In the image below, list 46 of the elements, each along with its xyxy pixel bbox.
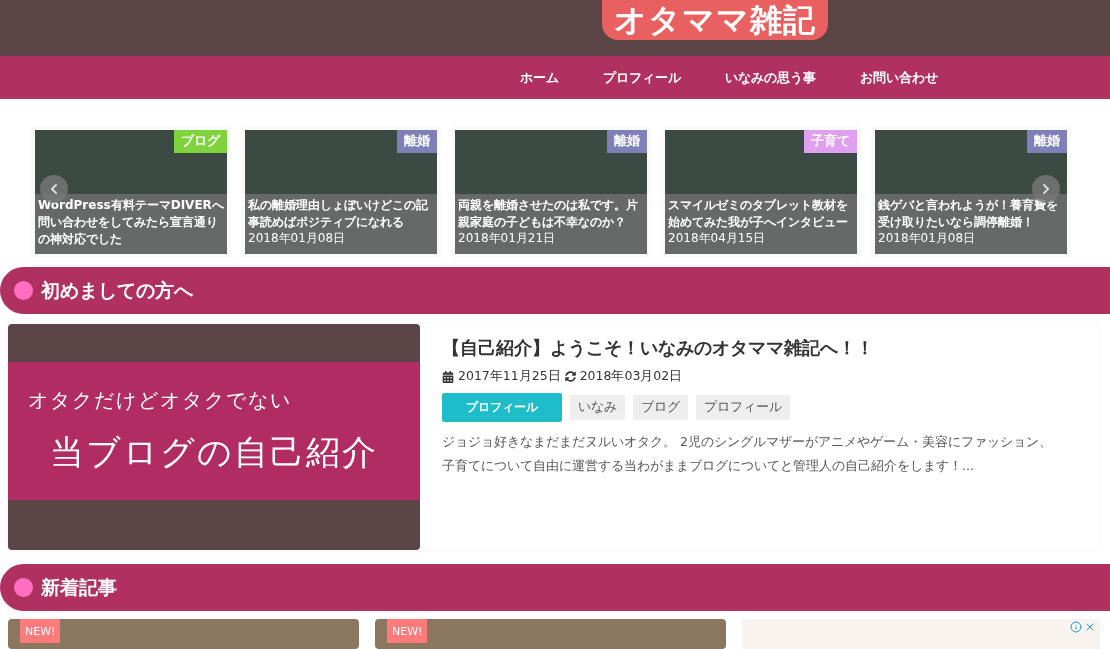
post-title: 銭ゲバと言われようが！養育費を受け取りたいなら調停離婚！ (878, 197, 1059, 231)
nav-link[interactable]: お問い合わせ (838, 68, 960, 87)
post-date: 2018年01月21日 (458, 231, 557, 245)
nav-link[interactable]: ホーム (498, 68, 581, 87)
chevron-left-icon (48, 183, 60, 195)
new-badge: NEW! (387, 619, 428, 643)
category-label: 離婚 (397, 130, 437, 153)
close-icon[interactable] (1084, 621, 1096, 633)
category-label: 子育て (804, 130, 857, 153)
tag-link[interactable]: プロフィール (696, 395, 790, 420)
slider-card[interactable]: 離婚 両親を離婚させたのは私です。片親家庭の子どもは不幸なのか？ 2018年01月21日 (451, 126, 651, 258)
nav-link[interactable]: プロフィール (581, 68, 703, 87)
post-date: 2018年04月15日 (668, 231, 767, 245)
tag-link[interactable]: ブログ (633, 395, 688, 420)
section-heading: 初めましての方へ (41, 277, 193, 303)
category-label: 離婚 (1027, 130, 1067, 153)
post-date: 2018年01月08日 (878, 231, 977, 245)
post-excerpt: ジョジョ好きなまだまだヌルいオタク。 2児のシングルマザーがアニメやゲーム・美容にファッション、子育てについて自由に運営する当わがままブログについてと管理人の自己紹介をします！... (442, 433, 1053, 475)
nav-link[interactable]: いなみの思う事 (703, 68, 838, 87)
slider-card[interactable]: 子育て スマイルゼミのタブレット教材を始めてみた我が子へインタビュー 2018年04月15日 (661, 126, 861, 258)
info-icon[interactable] (1070, 621, 1082, 633)
chevron-right-icon (1040, 183, 1052, 195)
dot-icon (14, 281, 33, 300)
image-caption: オタクだけどオタクでない (27, 386, 293, 414)
tag-link[interactable]: いなみ (570, 395, 625, 420)
category-label: ブログ (174, 130, 227, 153)
post-title: 両親を離婚させたのは私です。片親家庭の子どもは不幸なのか？ (458, 197, 639, 231)
new-badge: NEW! (20, 619, 61, 643)
slider-card[interactable]: 離婚 私の離婚理由しょぼいけどこの記事読めばポジティブになれる 2018年01月08日 (241, 126, 441, 258)
post-title: スマイルゼミのタブレット教材を始めてみた我が子へインタビュー (668, 197, 849, 231)
published-date: 2017年11月25日 (458, 368, 561, 385)
category-label: 離婚 (607, 130, 647, 153)
section-heading: 新着記事 (41, 574, 117, 600)
post-title: 私の離婚理由しょぼいけどこの記事読めばポジティブになれる (248, 197, 429, 231)
refresh-icon (564, 371, 576, 382)
updated-date: 2018年03月02日 (579, 368, 683, 385)
post-date: 2018年01月08日 (248, 231, 347, 245)
site-logo[interactable]: オタママ雑記 (602, 0, 828, 40)
dot-icon (14, 578, 33, 597)
calendar-icon (442, 370, 454, 383)
image-title: 当ブログの自己紹介 (49, 430, 379, 474)
post-title: WordPress有料テーマDIVERへ問い合わせをしてみたら宣言通りの神対応でした (38, 197, 224, 248)
slider-card[interactable]: 離婚 銭ゲバと言われようが！養育費を受け取りたいなら調停離婚！ 2018年01月08日 (871, 126, 1071, 258)
eyecatch-image[interactable]: オタクだけどオタクでない 当ブログの自己紹介 (8, 324, 420, 550)
post-title[interactable]: 【自己紹介】ようこそ！いなみのオタママ雑記へ！！ (442, 336, 1062, 360)
slider-card[interactable]: ブログ WordPress有料テーマDIVERへ問い合わせをしてみたら宣言通りの神対応でした (31, 126, 231, 258)
